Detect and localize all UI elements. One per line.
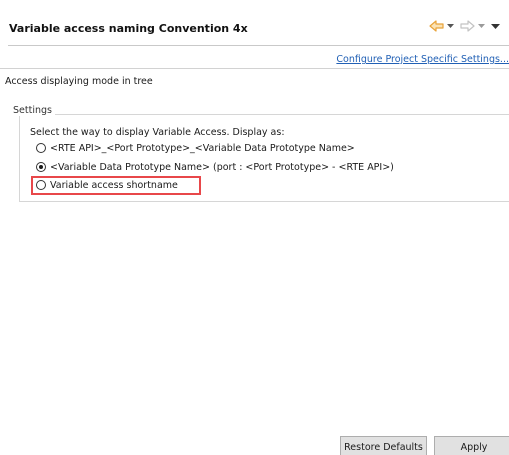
chevron-down-icon[interactable] bbox=[447, 22, 454, 30]
page-header: Variable access naming Convention 4x bbox=[0, 0, 509, 44]
forward-arrow-icon[interactable] bbox=[459, 19, 475, 33]
configure-project-settings-link[interactable]: Configure Project Specific Settings... bbox=[336, 54, 509, 65]
settings-group-legend: Settings bbox=[10, 105, 55, 116]
radio-label: <RTE API>_<Port Prototype>_<Variable Dat… bbox=[50, 142, 355, 154]
preference-page: Variable access naming Convention 4x Con… bbox=[0, 0, 509, 455]
access-mode-label: Access displaying mode in tree bbox=[5, 76, 153, 87]
view-menu-icon[interactable] bbox=[491, 22, 500, 30]
link-separator bbox=[0, 68, 509, 69]
back-arrow-icon[interactable] bbox=[429, 19, 445, 33]
restore-defaults-button[interactable]: Restore Defaults bbox=[340, 436, 427, 455]
radio-button[interactable] bbox=[36, 143, 46, 153]
page-title: Variable access naming Convention 4x bbox=[9, 22, 248, 35]
radio-label: <Variable Data Prototype Name> (port : <… bbox=[50, 161, 394, 173]
apply-button[interactable]: Apply bbox=[434, 436, 509, 455]
radio-button-checked[interactable] bbox=[36, 162, 46, 172]
radio-option-variable-data-prototype[interactable]: <Variable Data Prototype Name> (port : <… bbox=[36, 160, 394, 174]
radio-option-rte-api[interactable]: <RTE API>_<Port Prototype>_<Variable Dat… bbox=[36, 141, 355, 155]
header-separator bbox=[8, 45, 509, 46]
highlight-box bbox=[31, 176, 201, 195]
chevron-down-icon[interactable] bbox=[478, 22, 485, 30]
display-instruction: Select the way to display Variable Acces… bbox=[30, 127, 285, 138]
nav-toolbar bbox=[429, 19, 509, 35]
